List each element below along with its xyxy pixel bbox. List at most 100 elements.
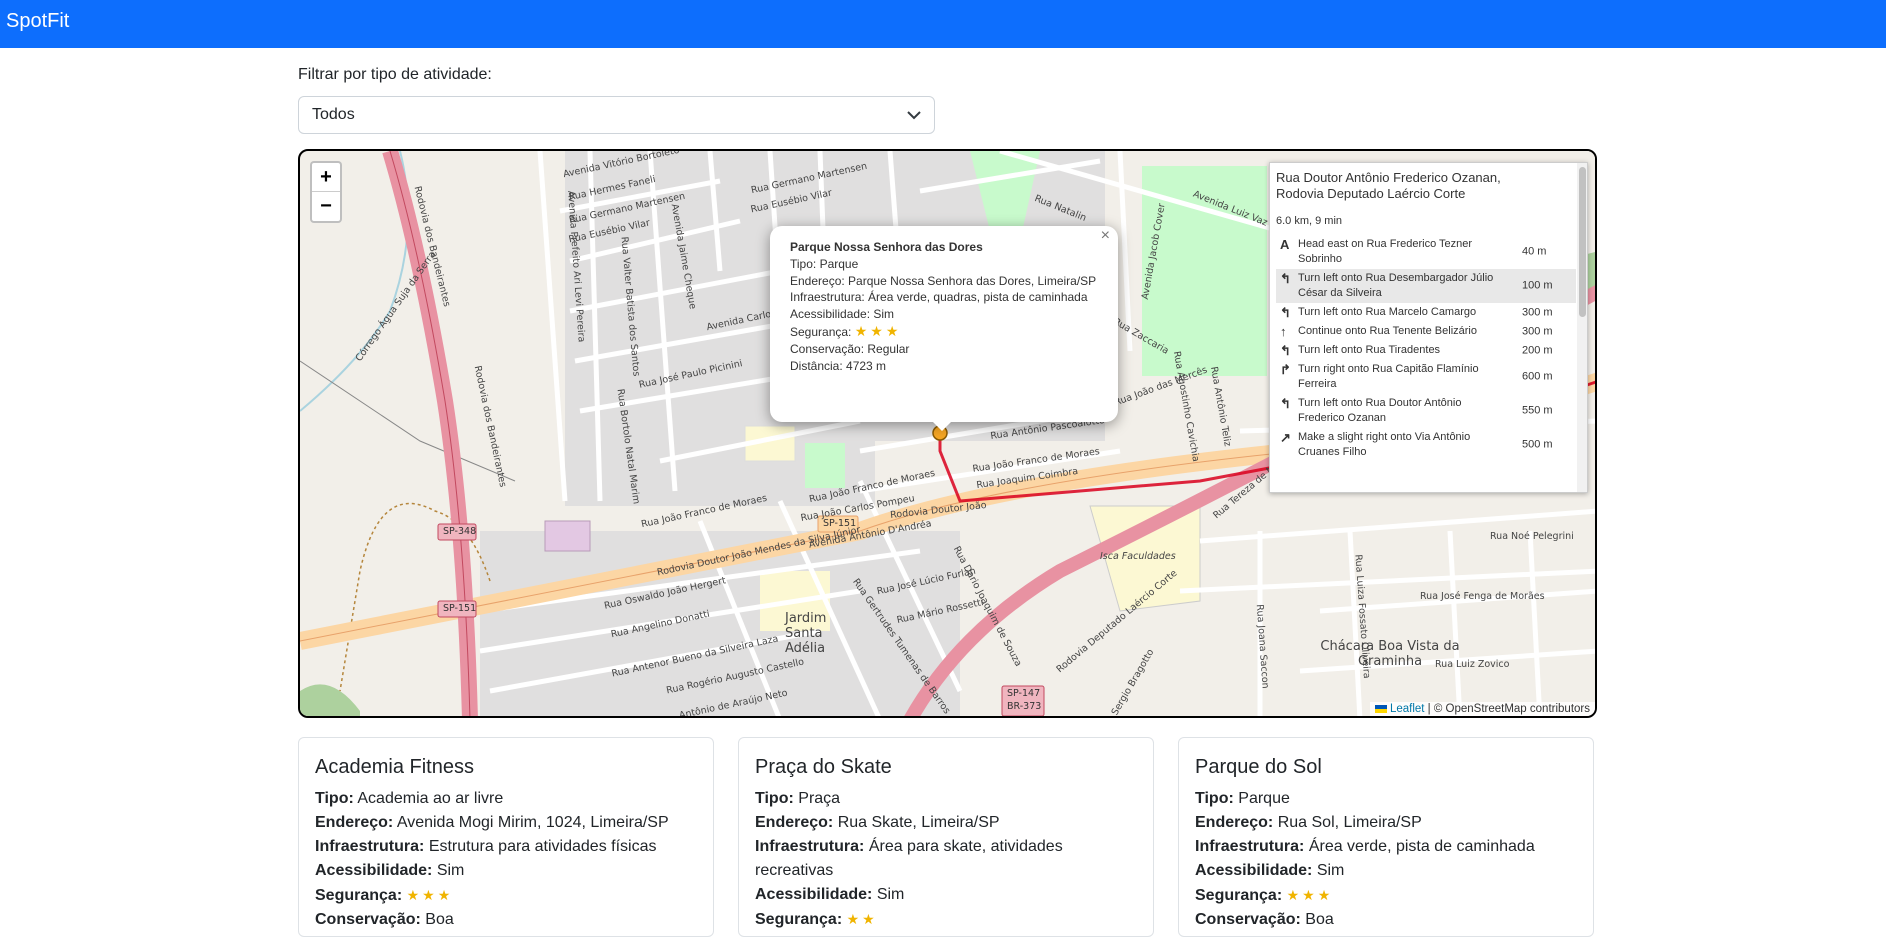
popup-safety: Segurança: ★ ★ ★ xyxy=(790,323,1098,341)
star-icon: ★ xyxy=(885,322,899,339)
scroll-thumb[interactable] xyxy=(1579,167,1586,317)
top-navbar: SpotFit xyxy=(0,0,1886,48)
routing-scrollbar[interactable] xyxy=(1577,163,1587,492)
card-infrastructure: Infraestrutura: Área para skate, ativida… xyxy=(755,838,1063,879)
popup-address: Endereço: Parque Nossa Senhora das Dores… xyxy=(790,273,1097,288)
zoom-out-button[interactable]: − xyxy=(312,192,340,221)
route-step[interactable]: ↗ Make a slight right onto Via Antônio Cr… xyxy=(1276,428,1576,462)
card-safety: Segurança: ★ ★ xyxy=(755,907,1137,932)
card-address: Endereço: Rua Skate, Limeira/SP xyxy=(755,814,1000,831)
road-shield: SP-147 xyxy=(1007,688,1041,699)
route-step[interactable]: ↱ Turn right onto Rua Capitão Flamínio Fe… xyxy=(1276,360,1576,394)
route-step-distance: 200 m xyxy=(1522,344,1553,356)
popup-title: Parque Nossa Senhora das Dores xyxy=(790,240,983,254)
star-icon: ★ xyxy=(870,322,883,339)
card-type: Tipo: Parque xyxy=(1195,790,1290,807)
activity-type-select[interactable]: Todos xyxy=(298,96,935,134)
route-direction-icon: ↰ xyxy=(1280,396,1291,411)
osm-attribution: | © OpenStreetMap contributors xyxy=(1427,703,1590,715)
star-icon: ★ xyxy=(437,887,451,903)
zoom-in-button[interactable]: + xyxy=(312,163,340,192)
route-step[interactable]: ↰ Turn left onto Rua Tiradentes 200 m xyxy=(1276,341,1576,360)
zoom-control: + − xyxy=(310,161,342,223)
card-title: Academia Fitness xyxy=(315,756,474,778)
popup-distance: Distância: 4723 m xyxy=(790,358,887,373)
map-attribution: Leaflet | © OpenStreetMap contributors xyxy=(1369,702,1595,716)
route-step-text: Make a slight right onto Via Antônio Cru… xyxy=(1298,431,1471,458)
leaflet-link[interactable]: Leaflet xyxy=(1390,703,1425,715)
route-title: Rua Doutor Antônio Frederico Ozanan, Rod… xyxy=(1276,170,1501,201)
route-instructions: A Head east on Rua Frederico Tezner Sobri… xyxy=(1276,235,1576,462)
card-address: Endereço: Avenida Mogi Mirim, 1024, Lime… xyxy=(315,814,669,831)
popup-tip xyxy=(932,421,952,431)
star-icon: ★ xyxy=(1302,887,1315,903)
star-icon: ★ xyxy=(862,911,875,927)
star-rating: ★ ★ ★ xyxy=(854,322,902,339)
ukraine-flag-icon xyxy=(1374,704,1387,713)
spot-card[interactable]: Praça do Skate Tipo: Praça Endereço: Rua… xyxy=(738,737,1154,937)
route-step-distance: 600 m xyxy=(1522,370,1553,383)
route-step-distance: 100 m xyxy=(1522,279,1553,292)
map-label: Rua José Fenga de Morães xyxy=(1420,591,1545,602)
route-step-distance: 550 m xyxy=(1522,404,1553,417)
route-step[interactable]: ↰ Turn left onto Rua Doutor Antônio Frede… xyxy=(1276,394,1576,428)
routing-panel[interactable]: Rua Doutor Antônio Frederico Ozanan, Rod… xyxy=(1269,162,1588,493)
card-title: Praça do Skate xyxy=(755,756,892,778)
star-icon: ★ xyxy=(1317,887,1331,903)
route-step-distance: 300 m xyxy=(1522,325,1553,337)
route-direction-icon: ↰ xyxy=(1280,271,1291,286)
route-step-text: Turn left onto Rua Doutor Antônio Freder… xyxy=(1298,397,1462,424)
route-direction-icon: ↗ xyxy=(1280,430,1291,445)
popup-close-button[interactable]: × xyxy=(1101,227,1110,245)
card-accessibility: Acessibilidade: Sim xyxy=(755,886,905,903)
route-step[interactable]: ↰ Turn left onto Rua Desembargador Júlio … xyxy=(1276,269,1576,303)
route-step-distance: 500 m xyxy=(1522,438,1553,451)
select-value: Todos xyxy=(312,106,355,123)
star-rating: ★ ★ ★ xyxy=(407,887,454,904)
map-label: Isca Faculdades xyxy=(1100,551,1176,562)
card-safety: Segurança: ★ ★ ★ xyxy=(315,883,697,908)
card-address: Endereço: Rua Sol, Limeira/SP xyxy=(1195,814,1422,831)
chevron-down-icon xyxy=(907,111,921,120)
map-label: Jardim Santa Adélia xyxy=(785,611,827,656)
star-rating: ★ ★ xyxy=(847,911,878,928)
road-shield: SP-151 xyxy=(823,518,857,529)
card-conservation: Conservação: Boa xyxy=(315,911,454,928)
route-step-text: Head east on Rua Frederico Tezner Sobrin… xyxy=(1298,238,1473,265)
route-step[interactable]: A Head east on Rua Frederico Tezner Sobri… xyxy=(1276,235,1576,269)
star-icon: ★ xyxy=(846,911,860,927)
spot-card[interactable]: Parque do Sol Tipo: Parque Endereço: Rua… xyxy=(1178,737,1594,937)
spot-card[interactable]: Academia Fitness Tipo: Academia ao ar li… xyxy=(298,737,714,937)
map-popup: × Parque Nossa Senhora das Dores Tipo: P… xyxy=(770,226,1118,422)
star-icon: ★ xyxy=(422,887,435,903)
card-title: Parque do Sol xyxy=(1195,756,1322,778)
map-label: Chácara Boa Vista da Graminha xyxy=(1320,639,1460,669)
brand-logo[interactable]: SpotFit xyxy=(6,10,69,33)
card-infrastructure: Infraestrutura: Área verde, pista de cam… xyxy=(1195,838,1535,855)
route-step-text: Turn left onto Rua Marcelo Camargo xyxy=(1298,306,1477,318)
filter-label: Filtrar por tipo de atividade: xyxy=(298,66,492,83)
card-accessibility: Acessibilidade: Sim xyxy=(315,862,465,879)
route-direction-icon: ↱ xyxy=(1280,362,1291,377)
route-direction-icon: A xyxy=(1280,237,1290,252)
card-accessibility: Acessibilidade: Sim xyxy=(1195,862,1345,879)
route-step-text: Turn left onto Rua Tiradentes xyxy=(1298,344,1441,356)
road-shield: SP-348 xyxy=(443,526,477,537)
route-step-text: Turn right onto Rua Capitão Flamínio Fer… xyxy=(1298,363,1479,390)
card-infrastructure: Infraestrutura: Estrutura para atividade… xyxy=(315,838,657,855)
card-type: Tipo: Praça xyxy=(755,790,841,807)
map[interactable]: Avenida Vitório Bortoleto Rua Hermes Fan… xyxy=(298,149,1597,718)
road-shield: BR-373 xyxy=(1007,701,1042,712)
route-step[interactable]: ↰ Turn left onto Rua Marcelo Camargo 300 m xyxy=(1276,303,1576,322)
route-step[interactable]: ↑ Continue onto Rua Tenente Belizário 300 … xyxy=(1276,322,1576,341)
popup-conservation: Conservação: Regular xyxy=(790,341,910,356)
route-step-distance: 300 m xyxy=(1522,306,1553,318)
route-step-distance: 40 m xyxy=(1522,245,1547,258)
route-direction-icon: ↰ xyxy=(1280,343,1291,358)
star-rating: ★ ★ ★ xyxy=(1287,887,1334,904)
star-icon: ★ xyxy=(406,887,420,903)
popup-type: Tipo: Parque xyxy=(790,256,859,271)
route-direction-icon: ↑ xyxy=(1280,324,1287,339)
map-label: Rua Noé Pelegrini xyxy=(1490,531,1574,542)
star-icon: ★ xyxy=(854,322,868,339)
